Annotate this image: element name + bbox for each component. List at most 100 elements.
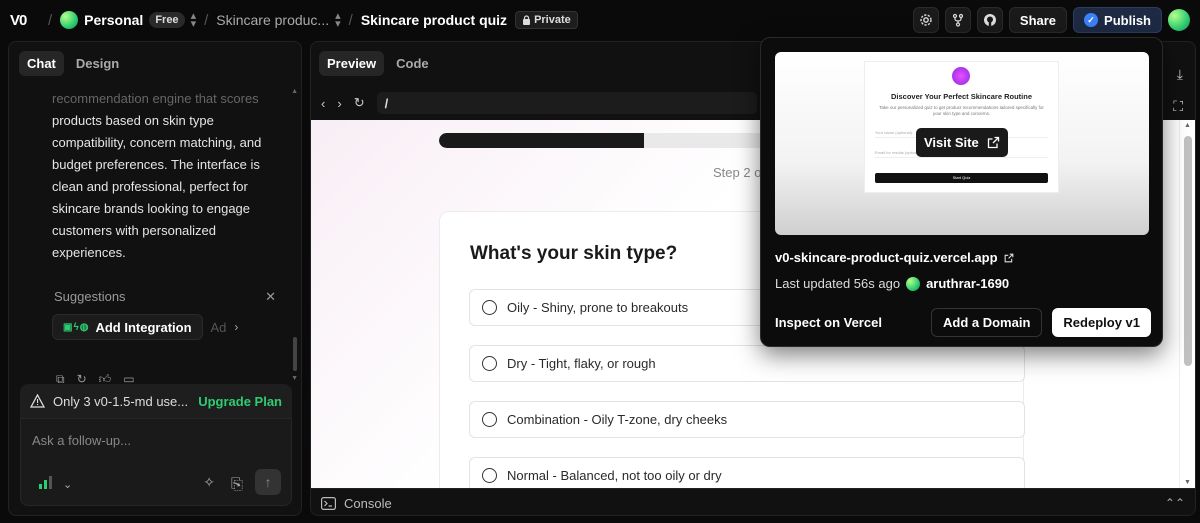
top-actions: Share ✓ Publish <box>912 7 1190 33</box>
close-icon[interactable]: ✕ <box>265 289 276 305</box>
thumbnail-title: Discover Your Perfect Skincare Routine <box>890 92 1033 101</box>
deployment-meta: Last updated 56s ago aruthrar-1690 <box>775 276 1009 291</box>
sparkle-icon[interactable]: ✧ <box>203 474 215 491</box>
top-bar: V0 / Personal Free ▴ ▾ / Skincare produc.… <box>0 0 1200 40</box>
forward-icon[interactable]: › <box>337 96 341 111</box>
message-line: budget preferences. The interface is <box>52 157 260 172</box>
github-icon <box>983 14 996 26</box>
add-integration-chip[interactable]: ▣ϟ◍ Add Integration <box>52 314 203 340</box>
chat-title[interactable]: Skincare product quiz <box>361 12 507 28</box>
console-bar[interactable]: Console ⌃⌃ <box>311 488 1195 515</box>
tab-preview[interactable]: Preview <box>319 51 385 76</box>
scroll-down-icon[interactable]: ▼ <box>1184 479 1191 486</box>
option-combination[interactable]: Combination - Oily T-zone, dry cheeks <box>469 401 1025 438</box>
chevron-down-icon[interactable]: ⌄ <box>63 478 72 491</box>
paperclip-icon[interactable]: ⎘ <box>231 476 243 493</box>
back-icon[interactable]: ‹ <box>321 96 325 111</box>
preview-scrollbar[interactable]: ▲ ▼ <box>1179 120 1195 488</box>
breadcrumb-separator: / <box>48 11 53 29</box>
workspace-switcher-icon[interactable]: ▴ ▾ <box>191 11 197 30</box>
chevron-right-icon[interactable]: › <box>234 320 238 334</box>
chat-scrollbar[interactable] <box>293 337 297 371</box>
author-username[interactable]: aruthrar-1690 <box>926 276 1009 291</box>
check-icon: ✓ <box>1084 13 1099 27</box>
option-dry[interactable]: Dry - Tight, flaky, or rough <box>469 345 1025 382</box>
model-signal-icon[interactable] <box>39 476 52 489</box>
usage-notice-text: Only 3 v0-1.5-md use... <box>53 393 189 409</box>
suggestions-row: ▣ϟ◍ Add Integration Ad › <box>52 314 282 340</box>
option-normal[interactable]: Normal - Balanced, not too oily or dry <box>469 457 1025 488</box>
settings-button[interactable] <box>912 7 939 33</box>
visibility-label: Private <box>534 14 571 26</box>
message-line: compatibility, concern matching, and <box>52 135 262 150</box>
project-switcher-icon[interactable]: ▴ ▾ <box>335 11 341 30</box>
scroll-up-icon[interactable]: ▲ <box>1184 122 1191 129</box>
refresh-icon[interactable]: ↻ <box>354 95 365 111</box>
download-icon[interactable]: ⤓ <box>1177 66 1183 83</box>
step-indicator: Step 2 o <box>713 165 762 180</box>
scroll-down-icon[interactable]: ▼ <box>291 375 298 382</box>
chat-input-box[interactable]: Ask a follow-up... ⌄ ✧ ⎘ ↑ <box>20 418 292 506</box>
expand-console-icon[interactable]: ⌃⌃ <box>1165 496 1185 510</box>
arrow-up-icon: ↑ <box>264 474 272 490</box>
message-line: skincare brands looking to engage <box>52 201 251 216</box>
thumbnail-button: Start Quiz <box>875 173 1048 183</box>
workspace-avatar <box>60 11 79 29</box>
external-link-icon <box>1004 253 1013 262</box>
visit-site-button[interactable]: Visit Site <box>916 128 1008 157</box>
deployment-actions: Inspect on Vercel Add a Domain Redeploy … <box>775 308 1151 337</box>
scrollbar-thumb[interactable] <box>1184 136 1192 366</box>
radio-icon[interactable] <box>482 300 497 315</box>
github-button[interactable] <box>976 7 1003 33</box>
visibility-badge[interactable]: Private <box>515 11 578 29</box>
radio-icon[interactable] <box>482 468 497 483</box>
message-line: products based on skin type <box>52 113 214 128</box>
usage-notice: Only 3 v0-1.5-md use... Upgrade Plan <box>20 384 292 418</box>
tab-chat[interactable]: Chat <box>19 51 64 76</box>
add-domain-button[interactable]: Add a Domain <box>931 308 1043 337</box>
send-button[interactable]: ↑ <box>255 469 281 495</box>
fullscreen-icon[interactable]: ⛶ <box>1173 98 1183 115</box>
upgrade-plan-link[interactable]: Upgrade Plan <box>198 394 282 409</box>
user-avatar[interactable] <box>1168 9 1190 31</box>
radio-icon[interactable] <box>482 412 497 427</box>
inspect-on-vercel-link[interactable]: Inspect on Vercel <box>775 315 882 330</box>
gear-icon <box>920 14 932 26</box>
message-line: experiences. <box>52 245 126 260</box>
lock-icon <box>523 15 531 25</box>
publish-label: Publish <box>1104 12 1151 28</box>
tab-design[interactable]: Design <box>68 51 127 76</box>
url-input[interactable]: / <box>376 92 757 114</box>
deployment-popover: Discover Your Perfect Skincare Routine T… <box>760 37 1163 347</box>
terminal-icon <box>321 496 336 510</box>
scroll-up-icon[interactable]: ▲ <box>291 88 298 95</box>
url-path: / <box>384 95 389 111</box>
thumbnail-subtitle: Take our personalized quiz to get produc… <box>879 105 1044 116</box>
console-label: Console <box>344 495 392 511</box>
v0-logo[interactable]: V0 <box>10 12 40 29</box>
option-label: Combination - Oily T-zone, dry cheeks <box>507 412 728 427</box>
message-line: clean and professional, perfect for <box>52 179 248 194</box>
site-thumbnail[interactable]: Discover Your Perfect Skincare Routine T… <box>775 52 1149 235</box>
chat-input-placeholder[interactable]: Ask a follow-up... <box>32 433 131 448</box>
deployment-url-text: v0-skincare-product-quiz.vercel.app <box>775 250 998 265</box>
redeploy-button[interactable]: Redeploy v1 <box>1052 308 1151 337</box>
tab-code[interactable]: Code <box>388 51 437 76</box>
share-button[interactable]: Share <box>1008 7 1068 33</box>
breadcrumb-separator: / <box>204 11 209 29</box>
integration-icons: ▣ϟ◍ <box>63 321 90 333</box>
plan-badge: Free <box>149 12 185 28</box>
deployment-url[interactable]: v0-skincare-product-quiz.vercel.app <box>775 250 1014 265</box>
fork-button[interactable] <box>944 7 971 33</box>
next-suggestion-chip[interactable]: Ad <box>211 320 227 335</box>
option-label: Normal - Balanced, not too oily or dry <box>507 468 722 483</box>
question-title: What's your skin type? <box>470 243 678 264</box>
option-label: Dry - Tight, flaky, or rough <box>507 356 656 371</box>
project-breadcrumb[interactable]: Skincare produc... <box>216 12 329 28</box>
workspace-name[interactable]: Personal <box>84 12 143 28</box>
radio-icon[interactable] <box>482 356 497 371</box>
assistant-message: recommendation engine that scores produc… <box>52 88 277 264</box>
suggestions-header: Suggestions ✕ <box>54 289 276 305</box>
publish-button[interactable]: ✓ Publish <box>1073 7 1162 33</box>
thumbnail-page: Discover Your Perfect Skincare Routine T… <box>865 62 1058 192</box>
